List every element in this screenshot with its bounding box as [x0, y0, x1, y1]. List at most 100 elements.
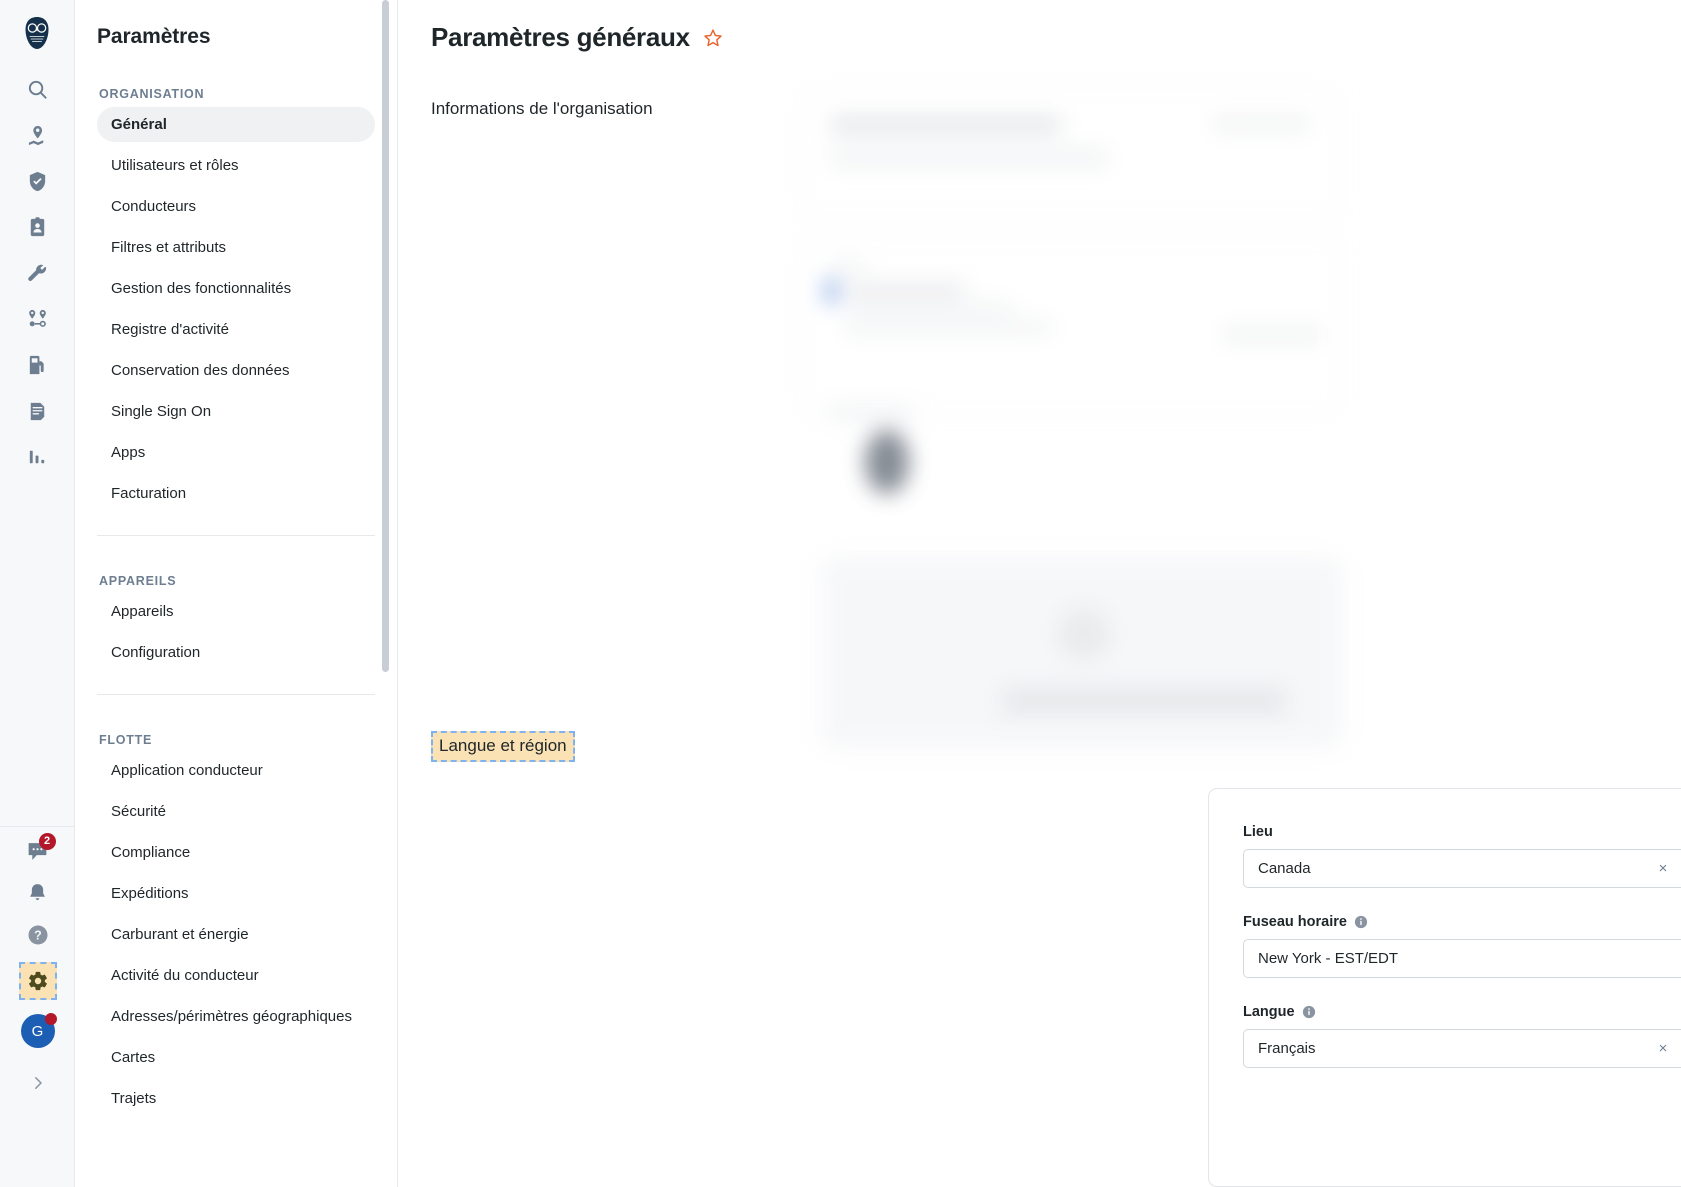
- page-header: Paramètres généraux: [398, 0, 1681, 53]
- chevron-down-icon[interactable]: [1677, 865, 1681, 873]
- lieu-clear-icon[interactable]: ×: [1653, 860, 1673, 877]
- sidebar-item-label: Registre d'activité: [111, 321, 229, 338]
- help-circle-icon[interactable]: ?: [16, 920, 60, 950]
- sidebar-item-general[interactable]: Général: [97, 107, 375, 142]
- sidebar-item-appareils[interactable]: Appareils: [97, 594, 375, 629]
- sidebar-section-flotte-label: FLOTTE: [99, 733, 153, 747]
- sidebar-item-utilisateurs-et-roles[interactable]: Utilisateurs et rôles: [97, 148, 375, 183]
- settings-sidebar-inner: Paramètres ORGANISATION Général Utilisat…: [75, 0, 397, 1116]
- sidebar-item-conducteurs[interactable]: Conducteurs: [97, 189, 375, 224]
- sidebar-item-label: Compliance: [111, 844, 191, 861]
- document-icon[interactable]: [15, 396, 59, 426]
- primary-icon-rail: 2 ? G: [0, 0, 75, 1187]
- sidebar-item-apps[interactable]: Apps: [97, 435, 375, 470]
- avatar-notification-dot: [44, 1013, 57, 1025]
- sidebar-item-expeditions[interactable]: Expéditions: [97, 876, 375, 911]
- sidebar-item-gestion-des-fonctionnalites[interactable]: Gestion des fonctionnalités: [97, 271, 375, 306]
- bell-icon[interactable]: [16, 878, 60, 908]
- fuel-pump-icon[interactable]: [15, 350, 59, 380]
- sidebar-item-carburant-et-energie[interactable]: Carburant et énergie: [97, 917, 375, 952]
- lieu-select[interactable]: Canada ×: [1243, 849, 1681, 888]
- sidebar-item-application-conducteur[interactable]: Application conducteur: [97, 753, 375, 788]
- field-langue-label: Langue: [1243, 1004, 1681, 1020]
- wrench-icon[interactable]: [15, 258, 59, 288]
- main-content: Paramètres généraux Informations de l'or…: [398, 0, 1681, 1187]
- info-circle-icon[interactable]: [1302, 1005, 1316, 1019]
- sidebar-item-conservation-des-donnees[interactable]: Conservation des données: [97, 353, 375, 388]
- sidebar-divider: [97, 694, 375, 695]
- sidebar-item-label: Configuration: [111, 644, 201, 661]
- map-location-icon[interactable]: [15, 120, 59, 150]
- langue-select[interactable]: Français ×: [1243, 1029, 1681, 1068]
- sidebar-item-label: Cartes: [111, 1049, 156, 1066]
- field-lieu: Lieu Canada ×: [1243, 824, 1681, 888]
- chevron-down-icon[interactable]: [1677, 1045, 1681, 1053]
- sidebar-item-label: Carburant et énergie: [111, 926, 249, 943]
- sidebar-item-label: Expéditions: [111, 885, 189, 902]
- id-badge-icon[interactable]: [15, 212, 59, 242]
- sidebar-item-label: Single Sign On: [111, 403, 212, 420]
- fuseau-horaire-select-value: New York - EST/EDT: [1258, 950, 1399, 967]
- gear-icon[interactable]: [18, 962, 57, 1000]
- sidebar-item-filtres-et-attributs[interactable]: Filtres et attributs: [97, 230, 375, 265]
- star-outline-icon[interactable]: [703, 28, 723, 48]
- org-info-label-col: Informations de l'organisation: [398, 99, 790, 119]
- sidebar-item-label: Général: [111, 116, 167, 133]
- sidebar-item-adresses-perimetres-geographiques[interactable]: Adresses/périmètres géographiques: [97, 999, 375, 1034]
- chat-bubble-icon[interactable]: 2: [16, 833, 60, 866]
- settings-sidebar: Paramètres ORGANISATION Général Utilisat…: [75, 0, 398, 1187]
- page-title: Paramètres généraux: [431, 22, 690, 52]
- sidebar-item-configuration[interactable]: Configuration: [97, 635, 375, 670]
- sidebar-item-label: Utilisateurs et rôles: [111, 157, 239, 174]
- sidebar-item-label: Adresses/périmètres géographiques: [111, 1008, 352, 1025]
- fuseau-horaire-select[interactable]: New York - EST/EDT: [1243, 939, 1681, 978]
- sidebar-item-label: Conducteurs: [111, 198, 197, 215]
- sidebar-item-activite-du-conducteur[interactable]: Activité du conducteur: [97, 958, 375, 993]
- sidebar-item-label: Apps: [111, 444, 146, 461]
- sidebar-item-label: Activité du conducteur: [111, 967, 259, 984]
- messages-badge: 2: [38, 833, 56, 850]
- field-label-text: Langue: [1243, 1004, 1295, 1020]
- sidebar-item-securite[interactable]: Sécurité: [97, 794, 375, 829]
- shield-check-icon[interactable]: [15, 166, 59, 196]
- route-icon[interactable]: [15, 304, 59, 334]
- chevron-right-icon[interactable]: [20, 1068, 56, 1098]
- field-label-text: Fuseau horaire: [1243, 914, 1347, 930]
- avatar-initial: G: [31, 1022, 44, 1040]
- info-circle-icon[interactable]: [1354, 915, 1368, 929]
- sidebar-item-label: Application conducteur: [111, 762, 263, 779]
- owl-logo[interactable]: [18, 14, 56, 52]
- sidebar-item-trajets[interactable]: Trajets: [97, 1081, 375, 1116]
- redacted-org-info-panel: [783, 88, 1341, 760]
- sidebar-title: Paramètres: [97, 25, 211, 48]
- sidebar-item-facturation[interactable]: Facturation: [97, 476, 375, 511]
- sidebar-item-compliance[interactable]: Compliance: [97, 835, 375, 870]
- chevron-down-icon[interactable]: [1677, 955, 1681, 963]
- bar-chart-icon[interactable]: [15, 442, 59, 472]
- sidebar-item-single-sign-on[interactable]: Single Sign On: [97, 394, 375, 429]
- avatar[interactable]: G: [20, 1013, 57, 1048]
- sidebar-section-appareils-label: APPAREILS: [99, 574, 177, 588]
- field-label-text: Lieu: [1243, 824, 1273, 840]
- field-langue: Langue Français ×: [1243, 1004, 1681, 1068]
- field-lieu-label: Lieu: [1243, 824, 1681, 840]
- svg-text:?: ?: [34, 929, 42, 943]
- language-region-section: Langue et région: [398, 731, 1681, 762]
- sidebar-item-label: Gestion des fonctionnalités: [111, 280, 292, 297]
- org-info-section-label: Informations de l'organisation: [431, 99, 653, 118]
- sidebar-scrollbar-track[interactable]: [382, 0, 393, 1187]
- sidebar-divider: [97, 535, 375, 536]
- language-region-section-label[interactable]: Langue et région: [431, 731, 575, 762]
- language-region-form-card: Lieu Canada × Fuseau horaire New York - …: [1208, 788, 1681, 1187]
- settings-page: 2 ? G Paramètres ORGANISATION Général Ut…: [0, 0, 1681, 1187]
- field-fuseau-horaire-label: Fuseau horaire: [1243, 914, 1681, 930]
- rail-icon-group: [15, 74, 59, 472]
- search-icon[interactable]: [15, 74, 59, 104]
- sidebar-scrollbar-thumb[interactable]: [382, 0, 389, 672]
- langue-clear-icon[interactable]: ×: [1653, 1040, 1673, 1057]
- sidebar-item-registre-dactivite[interactable]: Registre d'activité: [97, 312, 375, 347]
- field-fuseau-horaire: Fuseau horaire New York - EST/EDT: [1243, 914, 1681, 978]
- sidebar-item-cartes[interactable]: Cartes: [97, 1040, 375, 1075]
- org-info-section: Informations de l'organisation: [398, 99, 1681, 119]
- sidebar-item-label: Filtres et attributs: [111, 239, 227, 256]
